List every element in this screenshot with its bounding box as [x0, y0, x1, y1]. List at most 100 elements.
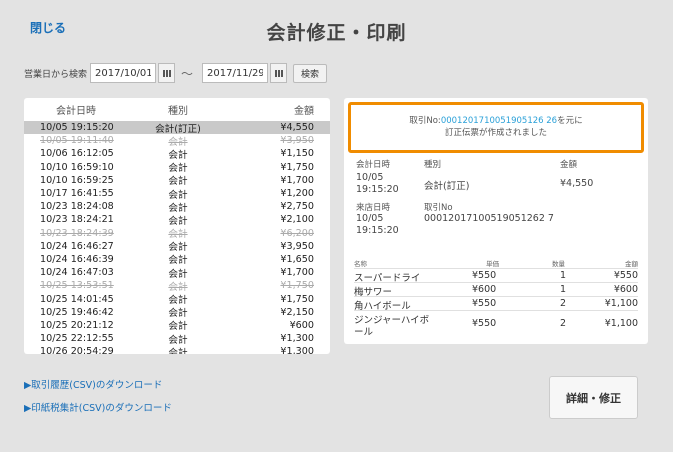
- value-visit-date: 10/05: [356, 213, 384, 224]
- row-amount: ¥4,550: [280, 122, 314, 134]
- items-col-qty: 数量: [552, 260, 565, 268]
- item-price: ¥550: [472, 270, 497, 281]
- notice-prefix: 取引No:: [409, 116, 441, 126]
- row-amount: ¥1,700: [280, 174, 314, 186]
- download-stamp-tax-link[interactable]: ▶印紙税集計(CSV)のダウンロード: [24, 400, 172, 414]
- row-amount: ¥1,300: [280, 346, 314, 354]
- item-amount: ¥600: [613, 284, 638, 295]
- row-type: 会計: [168, 189, 188, 201]
- row-amount: ¥2,150: [280, 306, 314, 318]
- row-datetime: 10/25 20:21:12: [40, 319, 114, 331]
- col-type: 種別: [168, 106, 188, 117]
- row-type: 会計: [168, 347, 188, 354]
- row-type: 会計: [168, 215, 188, 227]
- notice-transaction-link[interactable]: 0001201710051905126 26: [441, 116, 557, 126]
- row-datetime: 10/06 16:12:05: [40, 148, 114, 160]
- to-date-input[interactable]: [202, 63, 269, 83]
- calendar-icon: [274, 69, 283, 77]
- row-datetime: 10/26 20:54:29: [40, 346, 114, 354]
- table-row[interactable]: 10/05 19:15:20 会計(訂正) ¥4,550: [24, 121, 330, 135]
- range-tilde: 〜: [181, 66, 194, 81]
- row-amount: ¥3,950: [280, 240, 314, 252]
- search-label: 営業日から検索: [24, 69, 88, 80]
- item-price: ¥600: [472, 284, 497, 295]
- row-datetime: 10/17 16:41:55: [40, 188, 114, 200]
- items-col-price: 単価: [486, 260, 499, 268]
- item-qty: 2: [560, 318, 567, 329]
- list-rows: 10/05 19:15:20 会計(訂正) ¥4,550 10/05 19:11:40…: [24, 121, 330, 354]
- table-row[interactable]: 10/23 18:24:08 会計 ¥2,750: [24, 200, 330, 214]
- table-row[interactable]: 10/23 18:24:21 会計 ¥2,100: [24, 213, 330, 227]
- row-amount: ¥2,100: [280, 214, 314, 226]
- table-row[interactable]: 10/25 19:46:42 会計 ¥2,150: [24, 306, 330, 320]
- row-amount: ¥1,750: [280, 280, 314, 292]
- row-type: 会計: [168, 268, 188, 280]
- page-title: 会計修正・印刷: [266, 22, 407, 44]
- table-row[interactable]: 10/23 18:24:39 会計 ¥6,200: [24, 227, 330, 241]
- list-header: 会計日時 種別 金額: [24, 98, 330, 121]
- label-type: 種別: [424, 160, 442, 170]
- download-history-link[interactable]: ▶取引履歴(CSV)のダウンロード: [24, 377, 162, 391]
- row-type: 会計: [168, 334, 188, 346]
- row-amount: ¥2,750: [280, 201, 314, 213]
- row-datetime: 10/24 16:46:39: [40, 253, 114, 265]
- value-amount: ¥4,550: [560, 178, 594, 189]
- row-type: 会計: [168, 281, 188, 293]
- row-type: 会計: [168, 176, 188, 188]
- value-datetime-time: 19:15:20: [356, 184, 399, 195]
- row-datetime: 10/24 16:47:03: [40, 267, 114, 279]
- table-row[interactable]: 10/06 16:12:05 会計 ¥1,150: [24, 147, 330, 161]
- row-datetime: 10/05 19:15:20: [40, 122, 114, 134]
- from-calendar-button[interactable]: [158, 63, 176, 83]
- value-visit-time: 19:15:20: [356, 225, 399, 236]
- table-row[interactable]: 10/24 16:46:27 会計 ¥3,950: [24, 240, 330, 254]
- table-row[interactable]: 10/25 13:53:51 会計 ¥1,750: [24, 279, 330, 293]
- row-type: 会計: [168, 202, 188, 214]
- row-datetime: 10/25 22:12:55: [40, 333, 114, 345]
- row-datetime: 10/23 18:24:08: [40, 201, 114, 213]
- row-type: 会計: [168, 295, 188, 307]
- item-amount: ¥1,100: [604, 298, 638, 309]
- item-amount: ¥1,100: [604, 318, 638, 329]
- date-search-bar: 営業日から検索 〜 検索: [24, 63, 328, 83]
- table-row[interactable]: 10/17 16:41:55 会計 ¥1,200: [24, 187, 330, 201]
- table-row[interactable]: 10/25 14:01:45 会計 ¥1,750: [24, 292, 330, 307]
- table-row[interactable]: 10/24 16:47:03 会計 ¥1,700: [24, 266, 330, 280]
- detail-edit-button[interactable]: 詳細・修正: [549, 376, 638, 419]
- table-row[interactable]: 10/26 20:54:29 会計 ¥1,300: [24, 345, 330, 354]
- row-amount: ¥1,700: [280, 267, 314, 279]
- from-date-input[interactable]: [90, 63, 157, 83]
- item-divider: [354, 296, 638, 297]
- row-datetime: 10/25 19:46:42: [40, 306, 114, 318]
- label-visit: 来店日時: [356, 203, 391, 213]
- row-type: 会計(訂正): [155, 123, 201, 135]
- row-datetime: 10/25 14:01:45: [40, 293, 114, 305]
- item-qty: 1: [560, 270, 567, 281]
- table-row[interactable]: 10/25 20:21:12 会計 ¥600: [24, 319, 330, 333]
- value-datetime-date: 10/05: [356, 172, 384, 183]
- row-amount: ¥1,750: [280, 293, 314, 305]
- item-price: ¥550: [472, 298, 497, 309]
- notice-message: 訂正伝票が作成されました: [444, 128, 547, 138]
- correction-notice: 取引No:0001201710051905126 26を元に 訂正伝票が作成され…: [348, 102, 644, 153]
- search-button[interactable]: 検索: [293, 63, 328, 83]
- row-amount: ¥600: [289, 319, 314, 331]
- row-type: 会計: [168, 229, 188, 241]
- item-divider: [354, 282, 638, 283]
- row-amount: ¥1,200: [280, 188, 314, 200]
- row-datetime: 10/05 19:11:40: [40, 135, 114, 147]
- row-datetime: 10/23 18:24:39: [40, 227, 114, 239]
- row-datetime: 10/24 16:46:27: [40, 240, 114, 252]
- table-row[interactable]: 10/24 16:46:39 会計 ¥1,650: [24, 253, 330, 267]
- table-row[interactable]: 10/10 16:59:25 会計 ¥1,700: [24, 174, 330, 188]
- items-header: 名称 単価 数量 金額: [354, 258, 638, 268]
- row-datetime: 10/25 13:53:51: [40, 280, 114, 292]
- table-row[interactable]: 10/05 19:11:40 会計 ¥3,950: [24, 134, 330, 148]
- table-row[interactable]: 10/25 22:12:55 会計 ¥1,300: [24, 332, 330, 346]
- notice-suffix: を元に: [557, 116, 583, 126]
- to-calendar-button[interactable]: [270, 63, 288, 83]
- calendar-icon: [162, 69, 171, 77]
- table-row[interactable]: 10/10 16:59:10 会計 ¥1,750: [24, 161, 330, 175]
- row-amount: ¥1,650: [280, 253, 314, 265]
- transaction-detail: 取引No:0001201710051905126 26を元に 訂正伝票が作成され…: [344, 98, 648, 344]
